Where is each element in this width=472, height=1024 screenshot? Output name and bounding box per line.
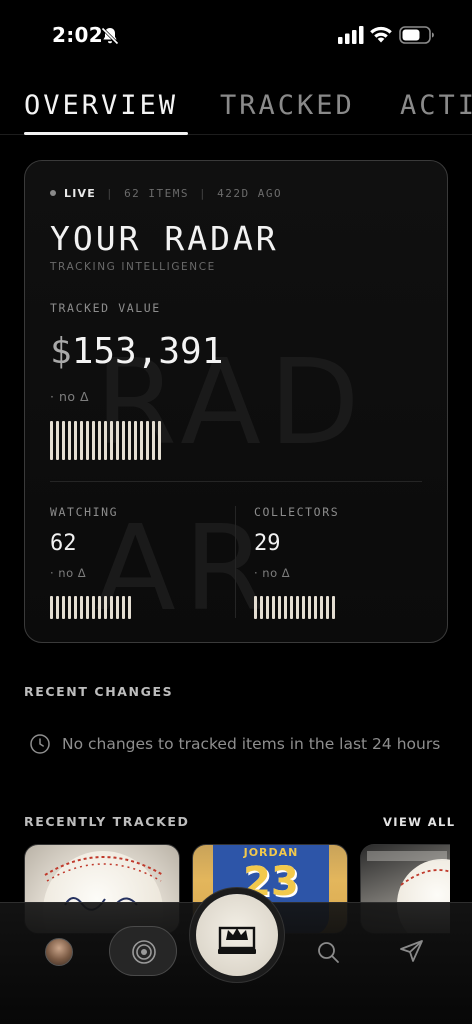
live-dot-icon [50, 190, 56, 196]
view-all-link[interactable]: VIEW ALL [383, 815, 455, 829]
sparkbar [128, 421, 131, 460]
sparkbar [74, 596, 77, 619]
watching-sparkbars [50, 596, 131, 619]
wifi-icon [370, 26, 392, 43]
sparkbar [320, 596, 323, 619]
tracking-age: 422D AGO [217, 187, 283, 200]
bell-muted-icon [101, 27, 119, 45]
clock-icon [30, 734, 50, 754]
status-bar: 2:02 [0, 0, 472, 70]
battery-icon [399, 26, 434, 44]
sparkbar [80, 596, 83, 619]
recent-changes-heading: RECENT CHANGES [24, 684, 174, 699]
sparkbar [86, 421, 89, 460]
radar-icon [132, 940, 156, 964]
profile-avatar[interactable] [45, 938, 73, 966]
sparkbar [158, 421, 161, 460]
card-divider [50, 481, 422, 482]
sparkbar [152, 421, 155, 460]
sparkbar [110, 596, 113, 619]
sparkbar [98, 596, 101, 619]
collectors-label: COLLECTORS [254, 505, 340, 519]
sparkbar [272, 596, 275, 619]
sparkbar [62, 421, 65, 460]
cellular-signal-icon [338, 26, 364, 44]
sparkbar [302, 596, 305, 619]
sparkbar [56, 421, 59, 460]
sparkbar [290, 596, 293, 619]
card-meta-row: LIVE | 62 ITEMS | 422D AGO [50, 187, 282, 200]
sparkbar [116, 596, 119, 619]
card-title: YOUR RADAR [50, 219, 279, 258]
watching-value: 62 [50, 531, 77, 556]
status-time: 2:02 [52, 23, 103, 47]
sparkbar [134, 421, 137, 460]
sparkbar [98, 421, 101, 460]
sparkbar [68, 421, 71, 460]
sparkbar [62, 596, 65, 619]
watching-delta: · no Δ [50, 566, 87, 580]
send-icon[interactable] [399, 938, 425, 964]
items-count: 62 ITEMS [124, 187, 190, 200]
stats-divider [235, 506, 236, 618]
tracked-value-label: TRACKED VALUE [50, 301, 161, 315]
sparkbar [314, 596, 317, 619]
watching-label: WATCHING [50, 505, 119, 519]
card-subtitle: TRACKING INTELLIGENCE [50, 261, 216, 273]
home-main-button[interactable] [196, 894, 278, 976]
radar-summary-card[interactable]: RAD AR LIVE | 62 ITEMS | 422D AGO YOUR RADAR… [24, 160, 448, 643]
tracked-value: $153,391 [50, 331, 223, 372]
sparkbar [254, 596, 257, 619]
sparkbar [278, 596, 281, 619]
tracked-value-amount: 153,391 [71, 331, 224, 372]
active-tab-indicator [24, 132, 188, 135]
sparkbar [50, 596, 53, 619]
sparkbar [146, 421, 149, 460]
sparkbar [122, 421, 125, 460]
sparkbar [110, 421, 113, 460]
sparkbar [104, 596, 107, 619]
sparkbar [260, 596, 263, 619]
jersey-name: JORDAN [243, 846, 299, 859]
sparkbar [140, 421, 143, 460]
tracked-value-delta: · no Δ [50, 389, 90, 404]
tab-activity[interactable]: ACTI [400, 90, 472, 121]
sparkbar [80, 421, 83, 460]
sparkbar [86, 596, 89, 619]
sparkbar [116, 421, 119, 460]
sparkbar [92, 596, 95, 619]
sparkbar [308, 596, 311, 619]
sparkbar [332, 596, 335, 619]
radar-overview-screen: 2:02 OVERVIEW TRACKED ACTI RAD AR LIVE |… [0, 0, 472, 1024]
no-changes-message: No changes to tracked items in the last … [62, 735, 441, 753]
sparkbar [128, 596, 131, 619]
sparkbar [266, 596, 269, 619]
collectors-value: 29 [254, 531, 281, 556]
sparkbar [74, 421, 77, 460]
recently-tracked-heading: RECENTLY TRACKED [24, 814, 190, 829]
live-badge: LIVE [64, 187, 96, 200]
sparkbar [56, 596, 59, 619]
search-icon[interactable] [316, 940, 340, 964]
sparkbar [92, 421, 95, 460]
sparkbar [50, 421, 53, 460]
tab-overview[interactable]: OVERVIEW [24, 90, 178, 121]
collectors-delta: · no Δ [254, 566, 291, 580]
sparkbar [122, 596, 125, 619]
crown-case-icon [218, 926, 256, 954]
collectors-sparkbars [254, 596, 335, 619]
sparkbar [104, 421, 107, 460]
tracked-value-sparkbars [50, 421, 161, 460]
radar-nav-button[interactable] [109, 926, 177, 976]
sparkbar [68, 596, 71, 619]
tab-tracked[interactable]: TRACKED [220, 90, 355, 121]
sparkbar [296, 596, 299, 619]
sparkbar [326, 596, 329, 619]
currency-symbol: $ [50, 331, 72, 372]
sparkbar [284, 596, 287, 619]
